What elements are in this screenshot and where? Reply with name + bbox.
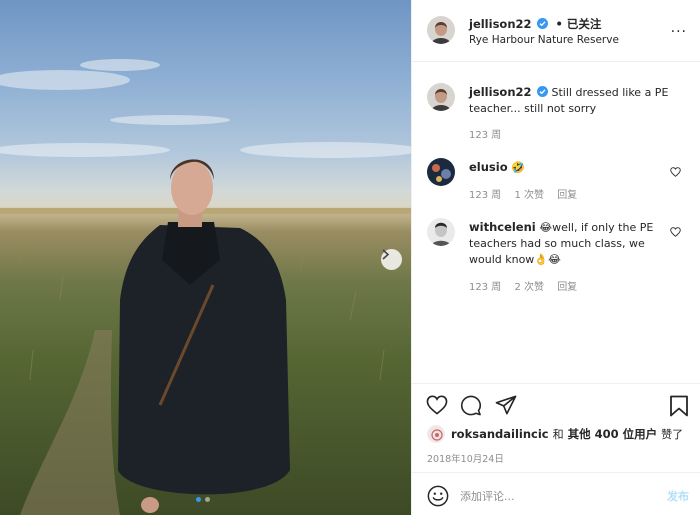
next-photo-button[interactable] bbox=[381, 249, 402, 270]
comment-item: withceleni 😂well, if only the PE teacher… bbox=[412, 218, 700, 298]
post-sidebar: jellison22 • 已关注 Rye Harbour Nature Rese… bbox=[411, 0, 700, 515]
comment-text: withceleni 😂well, if only the PE teacher… bbox=[469, 219, 669, 268]
avatar-image bbox=[427, 83, 455, 111]
share-direct-icon[interactable] bbox=[495, 395, 517, 415]
liker-username[interactable]: roksandailincic bbox=[451, 427, 549, 441]
carousel-dot bbox=[205, 497, 210, 502]
carousel-indicator bbox=[196, 497, 210, 502]
commenter-avatar[interactable] bbox=[427, 218, 455, 246]
comment-username[interactable]: withceleni bbox=[469, 220, 536, 234]
comment-like-heart-icon[interactable] bbox=[670, 167, 681, 177]
post-comment-button[interactable]: 发布 bbox=[667, 488, 689, 504]
caption-age[interactable]: 123 周 bbox=[469, 130, 501, 141]
reply-button[interactable]: 回复 bbox=[557, 282, 577, 293]
post-header: jellison22 • 已关注 Rye Harbour Nature Rese… bbox=[412, 0, 700, 62]
post-location[interactable]: Rye Harbour Nature Reserve bbox=[469, 34, 619, 46]
comments-list: jellison22 Still dressed like a PE teach… bbox=[412, 63, 700, 383]
likes-connector: 和 bbox=[552, 428, 564, 441]
liker-avatar[interactable] bbox=[427, 425, 445, 443]
emoji-smile-icon[interactable] bbox=[427, 485, 449, 507]
comment-age[interactable]: 123 周 bbox=[469, 282, 501, 293]
post-photo[interactable] bbox=[0, 0, 411, 515]
avatar-image bbox=[428, 426, 444, 442]
verified-badge-icon bbox=[537, 86, 549, 97]
carousel-dot-active bbox=[196, 497, 201, 502]
more-options-icon[interactable]: ··· bbox=[671, 24, 687, 40]
reply-button[interactable]: 回复 bbox=[557, 190, 577, 201]
likes-summary: roksandailincic 和 其他 400 位用户 赞了 bbox=[427, 425, 683, 443]
author-avatar[interactable] bbox=[427, 83, 455, 111]
author-avatar[interactable] bbox=[427, 16, 455, 44]
comment-text: elusio 🤣 bbox=[469, 159, 669, 176]
comment-likes[interactable]: 1 次赞 bbox=[514, 190, 544, 201]
caption-username[interactable]: jellison22 bbox=[469, 85, 532, 99]
verified-badge-icon bbox=[537, 18, 549, 29]
add-comment-bar: 发布 bbox=[412, 472, 700, 515]
comment-age[interactable]: 123 周 bbox=[469, 190, 501, 201]
commenter-avatar[interactable] bbox=[427, 158, 455, 186]
post-date[interactable]: 2018年10月24日 bbox=[427, 451, 504, 465]
caption-meta: 123 周 bbox=[469, 126, 511, 141]
comment-body: 🤣 bbox=[511, 161, 525, 174]
post-actions: roksandailincic 和 其他 400 位用户 赞了 2018年10月… bbox=[412, 383, 700, 515]
save-bookmark-icon[interactable] bbox=[669, 395, 689, 417]
comment-meta: 123 周 1 次赞 回复 bbox=[469, 186, 587, 201]
comment-likes[interactable]: 2 次赞 bbox=[514, 282, 544, 293]
following-button[interactable]: • 已关注 bbox=[556, 17, 602, 31]
comment-meta: 123 周 2 次赞 回复 bbox=[469, 278, 587, 293]
comment-like-heart-icon[interactable] bbox=[670, 227, 681, 237]
avatar-image bbox=[427, 158, 455, 186]
comment-item: elusio 🤣 123 周 1 次赞 回复 bbox=[412, 158, 700, 218]
chevron-right-icon bbox=[382, 249, 390, 260]
post-modal: jellison22 • 已关注 Rye Harbour Nature Rese… bbox=[0, 0, 700, 515]
caption-comment: jellison22 Still dressed like a PE teach… bbox=[412, 83, 700, 153]
avatar-image bbox=[427, 16, 455, 44]
caption-text: jellison22 Still dressed like a PE teach… bbox=[469, 84, 669, 117]
comment-username[interactable]: elusio bbox=[469, 160, 508, 174]
like-heart-icon[interactable] bbox=[426, 395, 448, 415]
author-username[interactable]: jellison22 bbox=[469, 17, 532, 31]
comment-input[interactable] bbox=[460, 486, 650, 506]
photo-scene bbox=[0, 59, 411, 515]
likes-suffix: 赞了 bbox=[661, 428, 684, 441]
comment-bubble-icon[interactable] bbox=[460, 395, 482, 416]
likes-others-link[interactable]: 其他 400 位用户 bbox=[568, 426, 658, 442]
avatar-image bbox=[427, 218, 455, 246]
